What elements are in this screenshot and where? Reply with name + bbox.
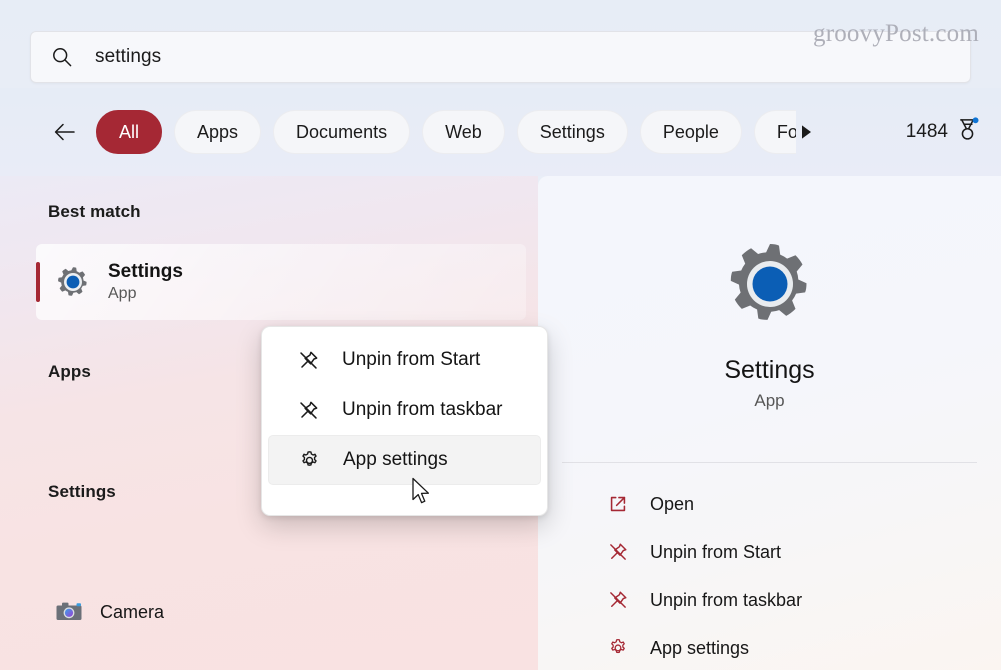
tab-settings[interactable]: Settings — [516, 110, 628, 154]
settings-gear-icon — [720, 234, 820, 334]
tab-documents-label: Documents — [296, 121, 388, 142]
preview-divider — [562, 462, 977, 463]
chevron-right-triangle-icon — [802, 125, 811, 139]
preview-hero: Settings App — [538, 176, 1001, 462]
tab-documents[interactable]: Documents — [273, 110, 411, 154]
unpin-icon — [296, 348, 320, 372]
action-app-settings[interactable]: App settings — [550, 624, 990, 670]
tabs-scroll-next-button[interactable] — [790, 116, 822, 148]
context-menu-item-app-settings-label: App settings — [343, 449, 448, 470]
tab-settings-label: Settings — [539, 121, 605, 142]
tab-people-label: People — [662, 121, 719, 142]
back-button[interactable] — [48, 115, 82, 149]
context-menu: Unpin from Start Unpin from taskbar App … — [261, 326, 548, 516]
best-match-subtitle: App — [108, 285, 137, 302]
action-app-settings-label: App settings — [650, 637, 750, 658]
preview-app-type: App — [754, 390, 785, 410]
watermark: groovyPost.com — [813, 20, 979, 47]
context-menu-item-unpin-from-taskbar[interactable]: Unpin from taskbar — [268, 385, 541, 435]
unpin-icon — [606, 540, 630, 564]
apps-heading: Apps — [48, 362, 91, 381]
action-unpin-from-start[interactable]: Unpin from Start — [550, 528, 990, 576]
filter-bar: All Apps Documents Web Settings People F… — [0, 88, 1001, 176]
unpin-icon — [606, 588, 630, 612]
preview-app-name: Settings — [724, 355, 815, 384]
best-match-heading: Best match — [48, 202, 141, 221]
search-header: settings groovyPost.com — [0, 0, 1001, 88]
gear-icon — [606, 636, 630, 660]
tab-all-label: All — [119, 121, 140, 142]
tab-people[interactable]: People — [639, 110, 742, 154]
camera-icon — [54, 597, 84, 627]
gear-icon — [297, 448, 321, 472]
context-menu-item-unpin-from-start-label: Unpin from Start — [342, 349, 481, 370]
windows-search-flyout: settings groovyPost.com All Apps Documen… — [0, 0, 1001, 670]
settings-gear-icon — [54, 263, 92, 301]
best-match-title: Settings — [108, 261, 183, 282]
selection-indicator — [36, 262, 40, 302]
action-unpin-from-taskbar[interactable]: Unpin from taskbar — [550, 576, 990, 624]
tab-web[interactable]: Web — [422, 110, 505, 154]
best-match-result-settings[interactable]: Settings App — [36, 244, 526, 320]
app-preview-panel: Settings App Open Unpin from Start Unpin… — [538, 176, 1001, 670]
context-menu-item-unpin-from-taskbar-label: Unpin from taskbar — [342, 399, 503, 420]
action-unpin-from-start-label: Unpin from Start — [650, 541, 782, 562]
action-open[interactable]: Open — [550, 480, 990, 528]
search-icon — [51, 46, 73, 68]
settings-heading: Settings — [48, 482, 116, 501]
action-open-label: Open — [650, 493, 695, 514]
arrow-left-icon — [54, 123, 75, 141]
rewards-count: 1484 — [905, 121, 948, 142]
unpin-icon — [296, 398, 320, 422]
context-menu-item-app-settings[interactable]: App settings — [268, 435, 541, 485]
search-input-value: settings — [95, 46, 162, 67]
tab-apps-label: Apps — [197, 121, 239, 142]
context-menu-item-unpin-from-start[interactable]: Unpin from Start — [268, 335, 541, 385]
list-item-camera[interactable]: Camera — [36, 586, 526, 638]
tab-all[interactable]: All — [96, 110, 163, 154]
rewards-medal-icon — [956, 117, 979, 147]
tab-web-label: Web — [445, 121, 482, 142]
list-item-camera-label: Camera — [100, 601, 165, 622]
rewards-indicator[interactable]: 1484 — [906, 117, 979, 147]
filter-tabs: All Apps Documents Web Settings People F… — [96, 108, 796, 156]
action-unpin-from-taskbar-label: Unpin from taskbar — [650, 589, 803, 610]
tab-apps[interactable]: Apps — [174, 110, 262, 154]
open-external-icon — [606, 492, 630, 516]
